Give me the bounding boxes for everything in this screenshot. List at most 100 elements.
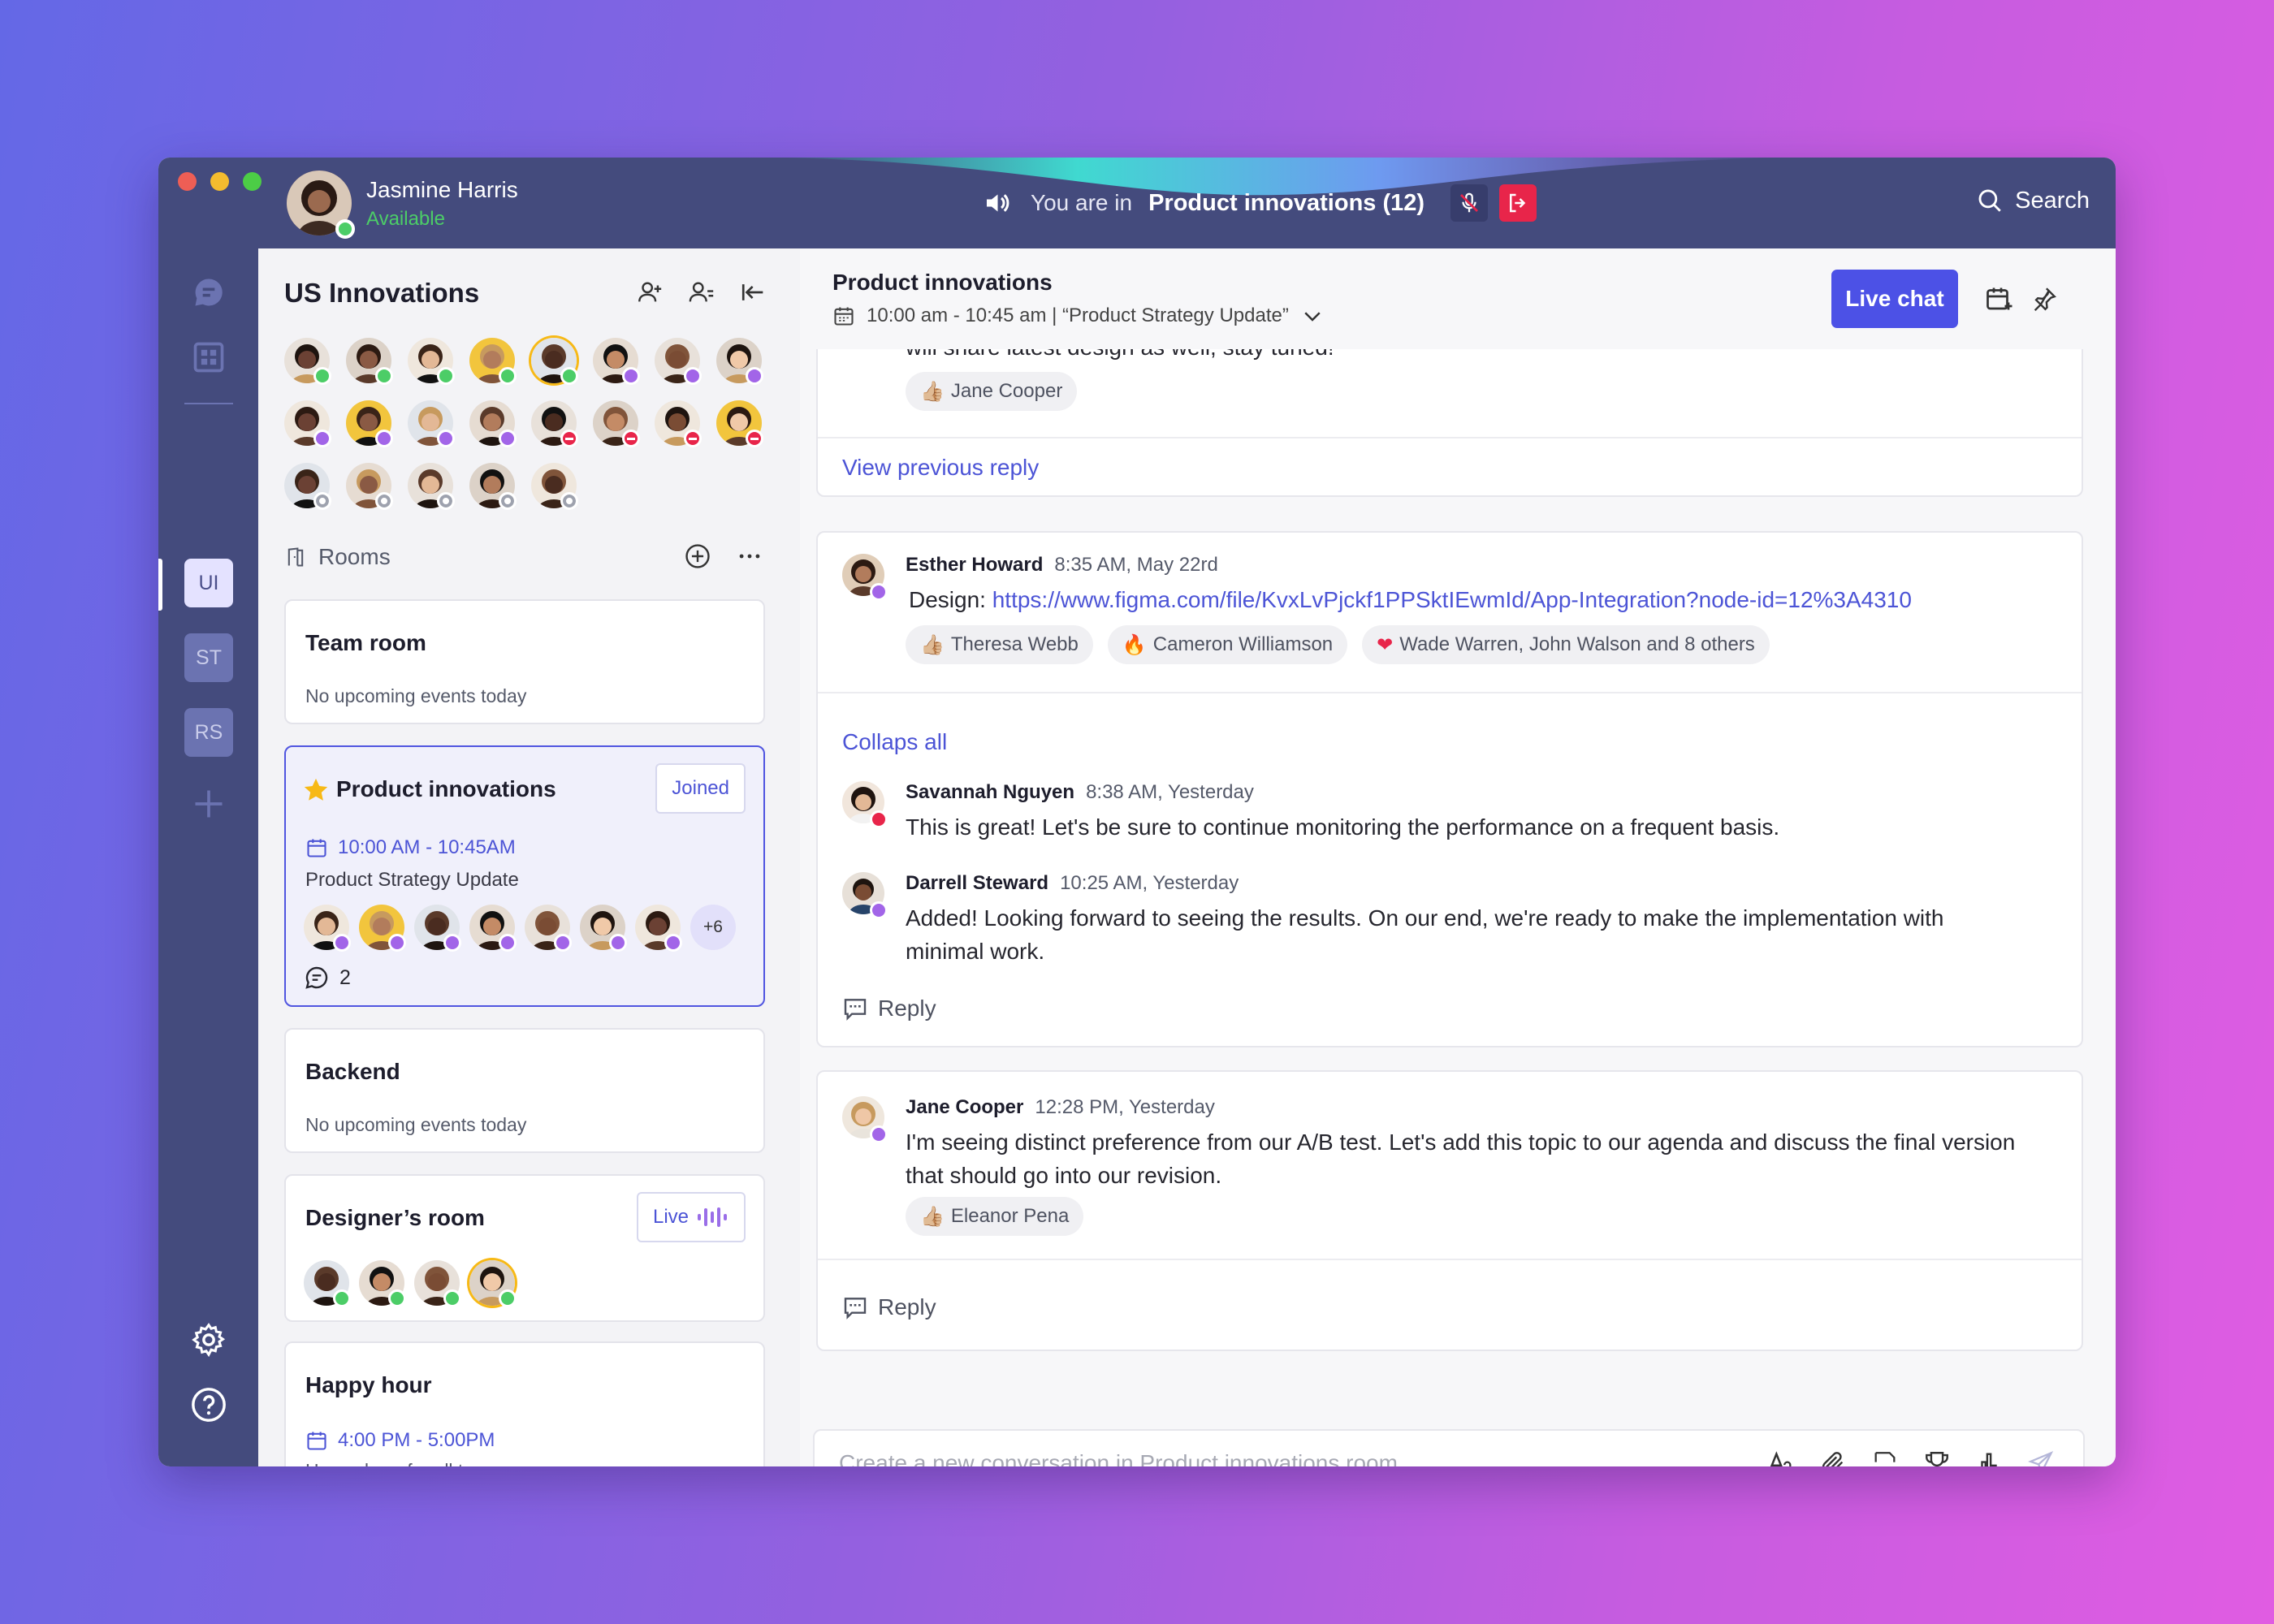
rooms-header: Rooms [284,544,391,570]
conversation-title: Product innovations [832,270,1053,295]
room-comments[interactable]: 2 [304,965,351,991]
divider [818,692,2082,693]
user-status: Available [366,208,445,230]
conversation-subtitle[interactable]: 10:00 am - 10:45 am | “Product Strategy … [832,304,1325,328]
message: Jane Cooper 12:28 PM, Yesterday I'm seein… [842,1096,2057,1250]
manage-members-button[interactable] [687,278,716,307]
poll-button[interactable] [1974,1447,2004,1466]
away-status-dot [870,583,888,601]
room-card-product-innovations[interactable]: Product innovations Joined 10:00 AM - 10… [284,745,765,1007]
away-status-dot [870,901,888,919]
speaker-icon[interactable] [982,188,1011,218]
away-status-dot [746,367,763,385]
online-status-dot [388,1289,406,1307]
grid-nav-button[interactable] [189,338,228,377]
room-time-text: 10:00 AM - 10:45AM [338,836,516,858]
chevron-down-icon [1304,312,1321,322]
busy-status-dot [684,430,702,447]
attach-file-button[interactable] [1818,1447,1848,1466]
gif-button[interactable]: GIF [1870,1447,1900,1466]
mute-mic-button[interactable] [1450,184,1489,222]
room-card-designers-room[interactable]: Designer’s room Live [284,1174,765,1322]
close-window-button[interactable] [178,172,197,191]
reaction-chip[interactable]: ❤ Wade Warren, John Walson and 8 others [1362,625,1770,664]
text-format-icon [1770,1451,1792,1466]
reaction-chip[interactable]: 👍🏼 Jane Cooper [906,372,1078,411]
room-card-happy-hour[interactable]: Happy hour 4:00 PM - 5:00PM Happy hour f… [284,1341,765,1466]
online-status-dot [499,367,517,385]
room-title: Backend [305,1059,400,1084]
reply-button[interactable]: Reply [842,1294,936,1320]
rooms-actions [684,542,763,574]
live-badge[interactable]: Live [636,1192,746,1242]
search-label: Search [2015,187,2090,214]
workspace-rs[interactable]: RS [184,708,233,757]
help-button[interactable] [189,1385,228,1424]
schedule-event-button[interactable] [1982,283,2015,315]
add-room-button[interactable] [684,542,711,574]
author-name: Darrell Steward [906,872,1049,894]
conversation-header: Product innovations 10:00 am - 10:45 am … [800,248,2116,349]
room-title: Designer’s room [305,1205,485,1230]
room-participants: +6 [304,900,759,957]
award-button[interactable] [1922,1447,1952,1466]
send-button[interactable] [2026,1447,2056,1466]
user-online-dot [335,219,355,239]
room-event-time: 10:00 AM - 10:45AM [305,836,516,859]
reaction-chip[interactable]: 👍🏼 Theresa Webb [906,625,1093,664]
add-member-button[interactable] [635,278,664,307]
add-workspace-button[interactable] [189,784,228,823]
offline-status-dot [437,492,455,510]
reply-icon [844,999,867,1021]
live-label: Live [652,1206,689,1228]
rooms-panel: US Innovations Rooms Team room No upcomi… [258,248,800,1466]
reply-icon [844,1298,867,1320]
reply-button[interactable]: Reply [842,996,936,1021]
settings-button[interactable] [189,1320,228,1359]
minimize-window-button[interactable] [210,172,229,191]
leave-call-button[interactable] [1499,184,1537,222]
workspace-ui[interactable]: UI [184,559,233,607]
author: Darrell Steward 10:25 AM, Yesterday [906,872,1239,895]
chat-nav-button[interactable] [189,273,228,312]
collapse-left-icon [741,284,763,300]
maximize-window-button[interactable] [243,172,262,191]
rooms-more-button[interactable] [736,542,763,574]
user-list-icon [689,282,714,302]
away-status-dot [554,934,572,952]
search-icon [1978,189,2001,212]
grid-icon [193,342,224,373]
collapse-panel-button[interactable] [739,278,768,307]
reaction-users: Jane Cooper [950,380,1063,402]
reaction-chip[interactable]: 🔥 Cameron Williamson [1107,625,1348,664]
window-controls [178,172,262,191]
collapse-all-link[interactable]: Collaps all [842,729,947,755]
room-subtitle: No upcoming events today [305,685,527,706]
pin-button[interactable] [2028,283,2060,315]
message-time: 8:38 AM, Yesterday [1086,781,1254,803]
format-text-button[interactable] [1766,1447,1796,1466]
offline-status-dot [499,492,517,510]
room-card-team-room[interactable]: Team room No upcoming events today [284,599,765,724]
message-prefix: Design: [909,587,992,612]
view-previous-reply-link[interactable]: View previous reply [842,455,1039,481]
offline-status-dot [560,492,578,510]
workspace-st[interactable]: ST [184,633,233,682]
away-status-dot [499,430,517,447]
room-card-backend[interactable]: Backend No upcoming events today [284,1028,765,1153]
author: Esther Howard 8:35 AM, May 22rd [906,554,1218,577]
away-status-dot [375,430,393,447]
more-participants-badge[interactable]: +6 [690,905,736,950]
reactions: 👍🏼 Theresa Webb 🔥 Cameron Williamson ❤ Wade… [906,625,1770,664]
calendar-icon [307,839,326,857]
gif-icon: GIF [1874,1452,1896,1466]
online-status-dot [499,1289,517,1307]
live-chat-button[interactable]: Live chat [1831,270,1958,328]
thumbs-up-icon: 👍🏼 [920,1205,945,1228]
search-button[interactable]: Search [1976,187,2090,214]
message-composer[interactable]: Create a new conversation in Product inn… [813,1429,2085,1466]
bar-chart-icon [1981,1453,1997,1466]
reply-label: Reply [878,996,936,1021]
reaction-chip[interactable]: 👍🏼 Eleanor Pena [906,1197,1084,1236]
figma-link[interactable]: https://www.figma.com/file/KvxLvPjckf1PP… [992,587,1912,612]
